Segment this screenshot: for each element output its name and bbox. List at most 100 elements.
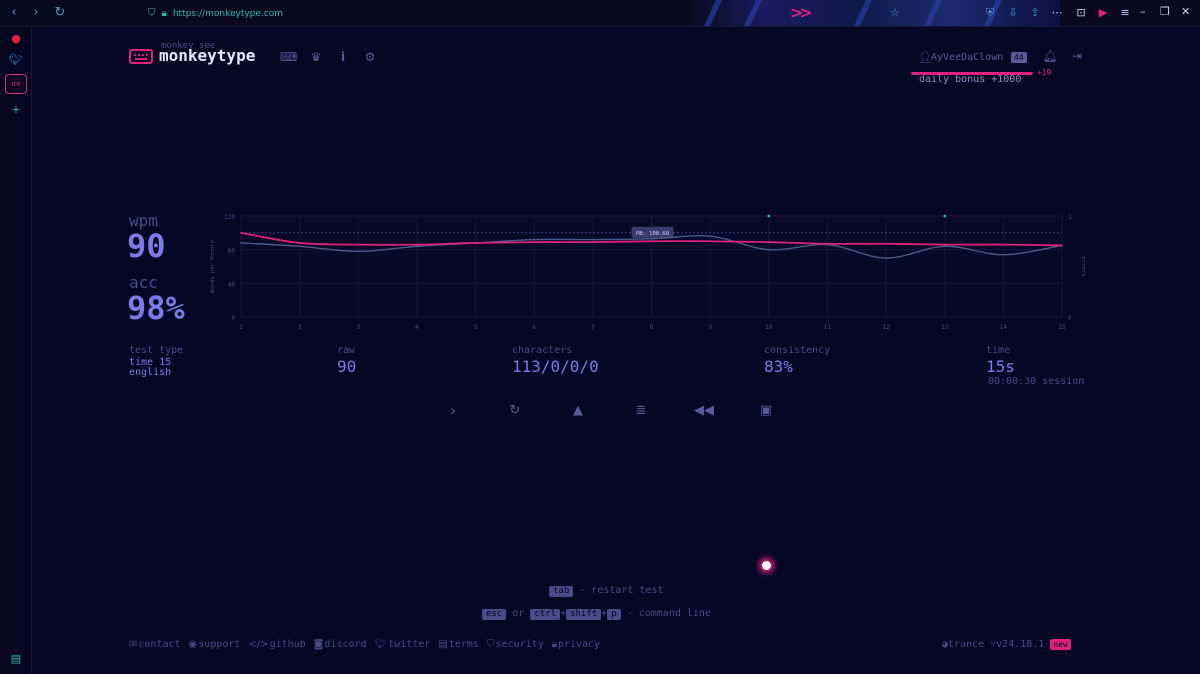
footer-twitter[interactable]: 🐦︎ twitter bbox=[375, 639, 431, 650]
raw-point bbox=[650, 237, 653, 240]
x-tick-label: 9 bbox=[708, 324, 712, 331]
raw-point bbox=[240, 242, 242, 244]
wpm-point bbox=[474, 242, 477, 244]
address-bar[interactable]: ⛉ 🔒︎ https://monkeytype.com bbox=[148, 5, 283, 22]
logout-icon[interactable]: ⇥ bbox=[1069, 48, 1085, 64]
user-icon[interactable]: 👤︎ bbox=[918, 51, 932, 64]
wpm-chart[interactable]: 04080120011 2 3 4 5 6 7 8 9 10 11 12 13 14 15Words per… bbox=[205, 208, 1085, 338]
wpm-point bbox=[592, 241, 594, 243]
monkeytype-panel-icon[interactable]: mt bbox=[5, 74, 27, 94]
words-history-icon[interactable]: ≣ bbox=[632, 402, 650, 420]
raw-point bbox=[709, 235, 711, 237]
y-tick-label: 80 bbox=[228, 248, 236, 255]
restart-hint-text: - restart test bbox=[579, 585, 664, 596]
mouse-cursor bbox=[762, 561, 771, 570]
characters-label: characters bbox=[512, 345, 573, 356]
donate-icon: ◉ bbox=[188, 639, 198, 650]
daily-bonus: daily bonus +1000 bbox=[919, 74, 1022, 85]
level-badge: 44 bbox=[1011, 52, 1027, 63]
raw-point bbox=[592, 238, 594, 241]
reload-icon[interactable]: ↻ bbox=[52, 5, 68, 21]
raw-point bbox=[885, 257, 887, 259]
wpm-point bbox=[533, 241, 536, 243]
raw-point bbox=[943, 245, 946, 248]
replay-icon[interactable]: ◀◀ bbox=[694, 402, 714, 420]
footer-github-label: github bbox=[269, 639, 306, 650]
footer-discord[interactable]: ◙ discord bbox=[314, 639, 367, 650]
or-text: or bbox=[512, 608, 525, 619]
screenshot-icon[interactable]: ▣ bbox=[757, 402, 775, 420]
twitter-icon[interactable]: 🐦︎ bbox=[8, 52, 24, 68]
time-label: time bbox=[986, 345, 1011, 356]
extension-lock-icon[interactable]: ⊡ bbox=[1074, 6, 1088, 20]
gear-icon[interactable]: ⚙ bbox=[362, 49, 378, 65]
command-line-hint: esc or ctrl + shift + p - command line bbox=[482, 608, 711, 620]
raw-label: raw bbox=[337, 345, 356, 356]
x-tick-label: 15 bbox=[1058, 324, 1066, 331]
footer-contact[interactable]: ✉ contact bbox=[129, 639, 181, 650]
more-icon[interactable]: ⋯ bbox=[1050, 6, 1064, 20]
test-type-label: test type bbox=[129, 345, 184, 356]
wpm-point bbox=[767, 241, 770, 243]
ublock-icon[interactable]: ⛨ bbox=[983, 6, 997, 20]
keyboard-icon[interactable]: ⌨ bbox=[280, 49, 297, 65]
x-tick-label: 10 bbox=[765, 324, 773, 331]
x-tick-label: 14 bbox=[1000, 324, 1008, 331]
raw-value: 90 bbox=[337, 357, 357, 376]
url-text[interactable]: https://monkeytype.com bbox=[173, 9, 283, 19]
footer-right: ◕trance ⑂v24.18.1 new bbox=[942, 639, 1071, 650]
shift-key: shift bbox=[566, 609, 602, 620]
envelope-icon: ✉ bbox=[129, 639, 138, 650]
chevron-right-icon[interactable]: › bbox=[28, 5, 44, 21]
session-time: 00:00:30 session bbox=[988, 376, 1085, 387]
footer-privacy-label: privacy bbox=[557, 639, 601, 650]
x-tick-label: 11 bbox=[824, 324, 832, 331]
error-marker bbox=[943, 214, 946, 218]
p-key: p bbox=[607, 609, 621, 620]
maximize-icon[interactable]: ❐ bbox=[1160, 5, 1170, 18]
consistency-value: 83% bbox=[764, 357, 793, 376]
bell-icon[interactable]: 🔔︎ bbox=[1042, 48, 1058, 64]
chevron-left-icon[interactable]: ‹ bbox=[6, 5, 22, 21]
menu-icon[interactable]: ≡ bbox=[1118, 6, 1132, 20]
footer-security[interactable]: ⛉ security bbox=[487, 639, 544, 650]
info-icon[interactable]: i bbox=[335, 49, 351, 65]
footer-privacy[interactable]: 🔒︎ privacy bbox=[552, 639, 600, 650]
y-axis-label: Words per Minute bbox=[210, 240, 216, 293]
add-panel-icon[interactable]: + bbox=[8, 102, 24, 118]
wpm-point bbox=[826, 242, 829, 245]
raw-point bbox=[416, 245, 418, 248]
footer-twitter-label: twitter bbox=[388, 639, 431, 650]
wpm-point bbox=[650, 240, 653, 243]
command-line-hint-text: - command line bbox=[626, 608, 711, 619]
footer-terms[interactable]: ▤ terms bbox=[438, 639, 479, 650]
restart-icon[interactable]: ↻ bbox=[506, 402, 524, 420]
wpm-point bbox=[943, 243, 946, 246]
apple-icon[interactable]: ● bbox=[8, 31, 24, 47]
account-username[interactable]: AyVeeDaClown bbox=[931, 52, 1003, 63]
version-button[interactable]: ⑂v24.18.1 bbox=[990, 639, 1044, 650]
xp-gain: +19 bbox=[1037, 68, 1052, 77]
crown-icon[interactable]: ♛ bbox=[308, 49, 324, 65]
wpm-point bbox=[240, 232, 242, 234]
theme-button[interactable]: ◕trance bbox=[942, 639, 984, 650]
lock-icon: 🔒︎ bbox=[161, 8, 167, 19]
sidebar-toggle-icon[interactable]: ▤ bbox=[8, 651, 24, 667]
footer-support[interactable]: ◉ support bbox=[189, 639, 241, 650]
logo-text[interactable]: monkeytype bbox=[159, 46, 255, 65]
next-test-icon[interactable]: › bbox=[444, 402, 462, 420]
footer-discord-label: discord bbox=[324, 639, 367, 650]
lock-icon: 🔒︎ bbox=[551, 639, 557, 650]
version-label: v24.18.1 bbox=[996, 639, 1045, 650]
download-icon[interactable]: ⇩ bbox=[1006, 6, 1020, 20]
youtube-icon[interactable]: ▶ bbox=[1096, 6, 1110, 20]
minimize-icon[interactable]: – bbox=[1140, 5, 1146, 18]
footer-github[interactable]: </> github bbox=[248, 639, 305, 650]
logo-icon[interactable] bbox=[129, 49, 153, 64]
warning-icon[interactable]: ▲ bbox=[569, 402, 587, 420]
x-tick-label: 1 bbox=[239, 324, 243, 331]
share-icon[interactable]: ⇪ bbox=[1028, 6, 1042, 20]
close-icon[interactable]: ✕ bbox=[1181, 5, 1190, 18]
ctrl-key: ctrl bbox=[530, 609, 561, 620]
star-icon[interactable]: ☆ bbox=[888, 6, 902, 20]
